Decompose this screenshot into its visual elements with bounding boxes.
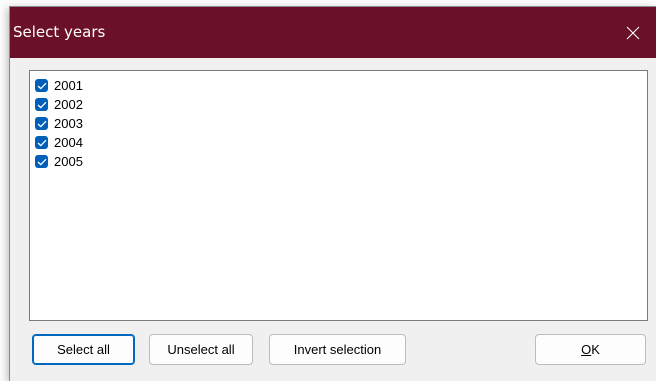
ok-button[interactable]: OK	[535, 334, 646, 365]
checkbox[interactable]	[35, 79, 48, 92]
checkbox[interactable]	[35, 117, 48, 130]
select-all-button[interactable]: Select all	[32, 334, 135, 365]
checkmark-icon	[37, 139, 46, 147]
list-item[interactable]: 2001	[35, 76, 83, 95]
dialog-title: Select years	[13, 23, 106, 41]
years-listbox[interactable]: 2001 2002 2003 2004 2005	[29, 70, 648, 321]
close-button[interactable]	[610, 7, 656, 58]
list-item[interactable]: 2005	[35, 152, 83, 171]
unselect-all-button[interactable]: Unselect all	[149, 334, 253, 365]
list-item[interactable]: 2004	[35, 133, 83, 152]
ok-label-rest: K	[591, 342, 600, 357]
item-label: 2002	[54, 97, 83, 112]
item-label: 2005	[54, 154, 83, 169]
item-label: 2004	[54, 135, 83, 150]
item-label: 2001	[54, 78, 83, 93]
checkbox[interactable]	[35, 98, 48, 111]
ok-mnemonic: O	[581, 342, 592, 357]
select-years-dialog: Select years 2001 2002 2003 2004 2005 Se…	[9, 6, 656, 381]
checkmark-icon	[37, 120, 46, 128]
title-bar[interactable]: Select years	[10, 7, 656, 58]
checkbox[interactable]	[35, 136, 48, 149]
invert-selection-button[interactable]: Invert selection	[269, 334, 406, 365]
close-icon	[626, 26, 640, 40]
list-item[interactable]: 2002	[35, 95, 83, 114]
checkbox[interactable]	[35, 155, 48, 168]
list-item[interactable]: 2003	[35, 114, 83, 133]
checkmark-icon	[37, 101, 46, 109]
checkmark-icon	[37, 82, 46, 90]
checkmark-icon	[37, 158, 46, 166]
item-label: 2003	[54, 116, 83, 131]
